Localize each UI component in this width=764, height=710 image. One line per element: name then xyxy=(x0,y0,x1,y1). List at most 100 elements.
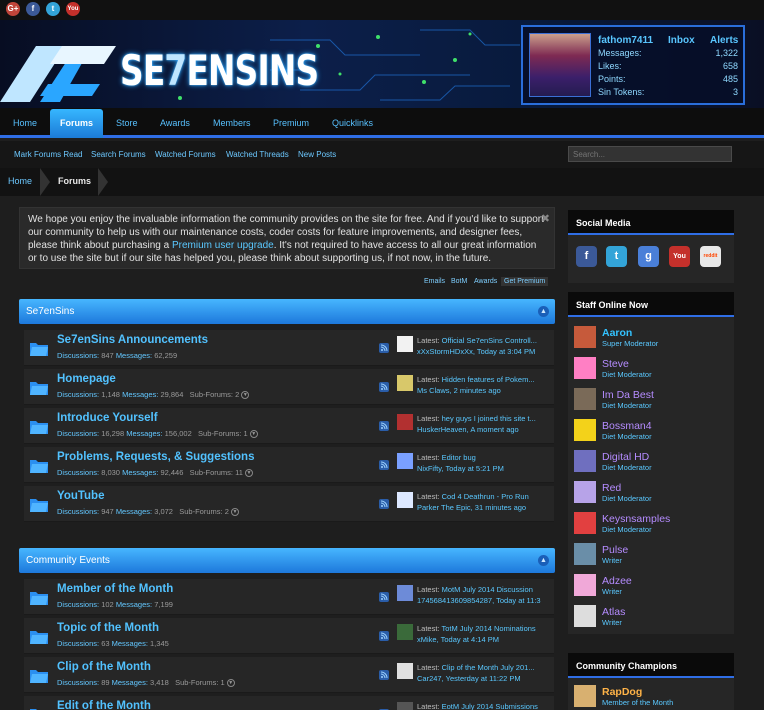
collapse-icon[interactable]: ▲ xyxy=(538,306,549,317)
forum-title[interactable]: Introduce Yourself xyxy=(57,412,158,424)
facebook-icon[interactable]: f xyxy=(576,246,597,267)
champion-avatar[interactable] xyxy=(574,685,596,707)
latest-post-meta[interactable]: Parker The Epic, 31 minutes ago xyxy=(417,503,526,512)
latest-poster-avatar[interactable] xyxy=(397,492,413,508)
forum-row[interactable]: Clip of the Month Discussions: 89 Message… xyxy=(24,657,554,693)
staff-name[interactable]: Red xyxy=(602,482,621,494)
staff-name[interactable]: Aaron xyxy=(602,327,632,339)
search-input[interactable] xyxy=(568,146,732,162)
staff-item[interactable]: Steve Diet Moderator xyxy=(574,357,730,381)
latest-poster-avatar[interactable] xyxy=(397,624,413,640)
latest-thread-link[interactable]: Cod 4 Deathrun - Pro Run xyxy=(442,492,529,501)
latest-thread-link[interactable]: TotM July 2014 Nominations xyxy=(441,624,535,633)
forum-row[interactable]: Member of the Month Discussions: 102 Mess… xyxy=(24,579,554,615)
forum-title[interactable]: Homepage xyxy=(57,373,116,385)
reddit-icon[interactable]: reddit xyxy=(700,246,721,267)
staff-item[interactable]: Adzee Writer xyxy=(574,574,730,598)
champion-item[interactable]: RapDog Member of the Month xyxy=(574,685,730,709)
twitter-icon[interactable]: t xyxy=(46,2,60,16)
staff-item[interactable]: Red Diet Moderator xyxy=(574,481,730,505)
username-link[interactable]: fathom7411 xyxy=(598,35,653,46)
staff-item[interactable]: Keysnsamples Diet Moderator xyxy=(574,512,730,536)
latest-thread-link[interactable]: hey guys I joined this site t... xyxy=(442,414,536,423)
close-notice-button[interactable]: ✖ xyxy=(541,213,550,226)
forum-title[interactable]: Edit of the Month xyxy=(57,700,151,710)
forum-row[interactable]: Homepage Discussions: 1,148 Messages: 29,… xyxy=(24,369,554,405)
inbox-link[interactable]: Inbox xyxy=(668,35,695,46)
latest-post-meta[interactable]: HuskerHeaven, A moment ago xyxy=(417,425,519,434)
staff-name[interactable]: Keysnsamples xyxy=(602,513,670,525)
forum-row[interactable]: Topic of the Month Discussions: 63 Messag… xyxy=(24,618,554,654)
staff-avatar[interactable] xyxy=(574,481,596,503)
staff-avatar[interactable] xyxy=(574,543,596,565)
forum-title[interactable]: YouTube xyxy=(57,490,104,502)
watched-threads-link[interactable]: Watched Threads xyxy=(226,150,289,159)
rss-icon[interactable] xyxy=(379,631,389,641)
facebook-icon[interactable]: f xyxy=(26,2,40,16)
latest-post-meta[interactable]: Car247, Yesterday at 11:22 PM xyxy=(417,674,521,683)
alerts-link[interactable]: Alerts xyxy=(710,35,738,46)
category-title[interactable]: Community Events xyxy=(26,555,110,566)
latest-thread-link[interactable]: Hidden features of Pokem... xyxy=(442,375,535,384)
staff-avatar[interactable] xyxy=(574,574,596,596)
staff-avatar[interactable] xyxy=(574,419,596,441)
latest-poster-avatar[interactable] xyxy=(397,375,413,391)
staff-item[interactable]: Aaron Super Moderator xyxy=(574,326,730,350)
nav-awards[interactable]: Awards xyxy=(160,118,190,128)
twitter-icon[interactable]: t xyxy=(606,246,627,267)
breadcrumb-home[interactable]: Home xyxy=(8,176,32,186)
breadcrumb-forums[interactable]: Forums xyxy=(58,176,91,186)
awards-link[interactable]: Awards xyxy=(474,278,497,285)
latest-poster-avatar[interactable] xyxy=(397,702,413,710)
site-logo-text[interactable]: SE7ENSINS xyxy=(120,46,319,95)
watched-forums-link[interactable]: Watched Forums xyxy=(155,150,216,159)
staff-name[interactable]: Bossman4 xyxy=(602,420,652,432)
rss-icon[interactable] xyxy=(379,499,389,509)
latest-poster-avatar[interactable] xyxy=(397,585,413,601)
new-posts-link[interactable]: New Posts xyxy=(298,150,336,159)
staff-avatar[interactable] xyxy=(574,326,596,348)
forum-row[interactable]: Introduce Yourself Discussions: 16,298 Me… xyxy=(24,408,554,444)
champion-name[interactable]: RapDog xyxy=(602,686,642,698)
forum-row[interactable]: Se7enSins Announcements Discussions: 847 … xyxy=(24,330,554,366)
latest-post-meta[interactable]: NixFifty, Today at 5:21 PM xyxy=(417,464,504,473)
staff-item[interactable]: Bossman4 Diet Moderator xyxy=(574,419,730,443)
latest-post-meta[interactable]: xMike, Today at 4:14 PM xyxy=(417,635,499,644)
rss-icon[interactable] xyxy=(379,592,389,602)
staff-name[interactable]: Steve xyxy=(602,358,629,370)
latest-poster-avatar[interactable] xyxy=(397,336,413,352)
staff-name[interactable]: Atlas xyxy=(602,606,625,618)
nav-home[interactable]: Home xyxy=(13,118,37,128)
nav-members[interactable]: Members xyxy=(213,118,251,128)
staff-name[interactable]: Adzee xyxy=(602,575,632,587)
latest-poster-avatar[interactable] xyxy=(397,414,413,430)
latest-thread-link[interactable]: MotM July 2014 Discussion xyxy=(442,585,533,594)
subforum-dropdown-icon[interactable]: ▼ xyxy=(245,469,254,478)
forum-row[interactable]: Edit of the Month Latest: EotM July 2014 … xyxy=(24,696,554,710)
rss-icon[interactable] xyxy=(379,382,389,392)
staff-name[interactable]: Im Da Best xyxy=(602,389,654,401)
user-avatar[interactable] xyxy=(529,33,591,97)
forum-title[interactable]: Se7enSins Announcements xyxy=(57,334,208,346)
forum-title[interactable]: Problems, Requests, & Suggestions xyxy=(57,451,254,463)
staff-avatar[interactable] xyxy=(574,450,596,472)
staff-avatar[interactable] xyxy=(574,357,596,379)
forum-title[interactable]: Clip of the Month xyxy=(57,661,151,673)
collapse-icon[interactable]: ▲ xyxy=(538,555,549,566)
nav-forums[interactable]: Forums xyxy=(50,109,103,138)
emails-link[interactable]: Emails xyxy=(424,278,445,285)
category-header[interactable]: Community Events ▲ xyxy=(19,548,555,573)
youtube-icon[interactable]: You xyxy=(66,2,80,16)
youtube-icon[interactable]: You xyxy=(669,246,690,267)
latest-thread-link[interactable]: Clip of the Month July 201... xyxy=(442,663,535,672)
staff-avatar[interactable] xyxy=(574,388,596,410)
forum-title[interactable]: Member of the Month xyxy=(57,583,173,595)
google-icon[interactable]: g xyxy=(638,246,659,267)
nav-quicklinks[interactable]: Quicklinks xyxy=(332,118,373,128)
premium-upgrade-link[interactable]: Premium user upgrade xyxy=(172,240,274,251)
latest-post-meta[interactable]: Ms Claws, 2 minutes ago xyxy=(417,386,501,395)
botm-link[interactable]: BotM xyxy=(451,278,467,285)
staff-item[interactable]: Im Da Best Diet Moderator xyxy=(574,388,730,412)
category-title[interactable]: Se7enSins xyxy=(26,306,74,317)
get-premium-link[interactable]: Get Premium xyxy=(501,277,549,286)
